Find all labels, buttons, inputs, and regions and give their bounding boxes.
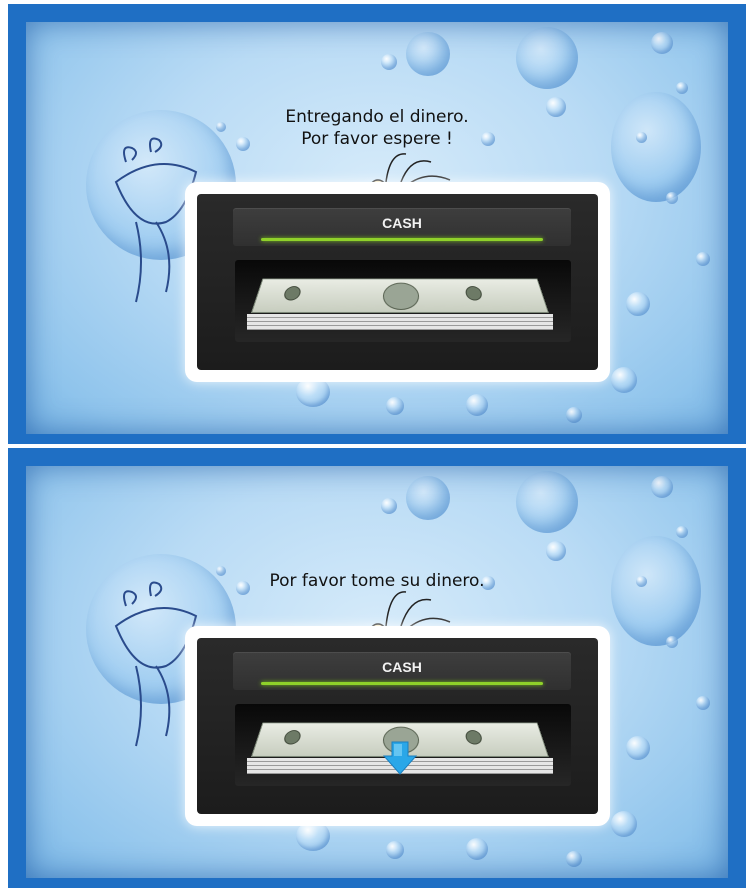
progress-indicator [261, 682, 543, 685]
cash-slot[interactable] [235, 704, 571, 786]
bubble [696, 252, 710, 266]
bubble [666, 192, 678, 204]
bubble [696, 696, 710, 710]
dispenser-housing: CASH [197, 638, 598, 814]
bubble [381, 54, 397, 70]
bubble [466, 394, 488, 416]
bubble [651, 32, 673, 54]
status-message-line-2: Por favor espere ! [301, 129, 453, 149]
cash-note-icon[interactable] [247, 720, 553, 776]
bubble [386, 841, 404, 859]
bubble [676, 82, 688, 94]
bubble [651, 476, 673, 498]
cash-label: CASH [382, 659, 422, 675]
cash-header: CASH [233, 208, 571, 246]
banknote [251, 278, 549, 313]
bubble [626, 736, 650, 760]
large-bubble-top [516, 27, 578, 89]
bubble [676, 526, 688, 538]
bubble [466, 838, 488, 860]
bubble [666, 636, 678, 648]
bubble [381, 498, 397, 514]
cash-dispenser-panel: CASH [185, 182, 610, 382]
bubble [566, 851, 582, 867]
status-message-line-1: Entregando el dinero. [285, 107, 469, 127]
screen-background: Entregando el dinero. Por favor espere !… [26, 22, 728, 434]
cash-label: CASH [382, 215, 422, 231]
bubble [611, 811, 637, 837]
cash-slot [235, 260, 571, 342]
bubble [626, 292, 650, 316]
progress-indicator [261, 238, 543, 241]
dispenser-housing: CASH [197, 194, 598, 370]
bubble [566, 407, 582, 423]
cash-note-icon [247, 276, 553, 332]
cash-header: CASH [233, 652, 571, 690]
bubble [386, 397, 404, 415]
bubble [611, 367, 637, 393]
status-message-line-1: Por favor tome su dinero. [269, 571, 485, 591]
atm-screen-dispensing: Entregando el dinero. Por favor espere !… [8, 4, 746, 444]
status-message: Por favor tome su dinero. [26, 570, 728, 592]
down-arrow-icon [382, 741, 418, 775]
bubble [546, 541, 566, 561]
screen-background: Por favor tome su dinero. CASH [26, 466, 728, 878]
large-bubble-top2 [406, 32, 450, 76]
large-bubble-top [516, 471, 578, 533]
atm-screen-take-cash: Por favor tome su dinero. CASH [8, 448, 746, 888]
cash-dispenser-panel: CASH [185, 626, 610, 826]
large-bubble-top2 [406, 476, 450, 520]
status-message: Entregando el dinero. Por favor espere ! [26, 106, 728, 150]
